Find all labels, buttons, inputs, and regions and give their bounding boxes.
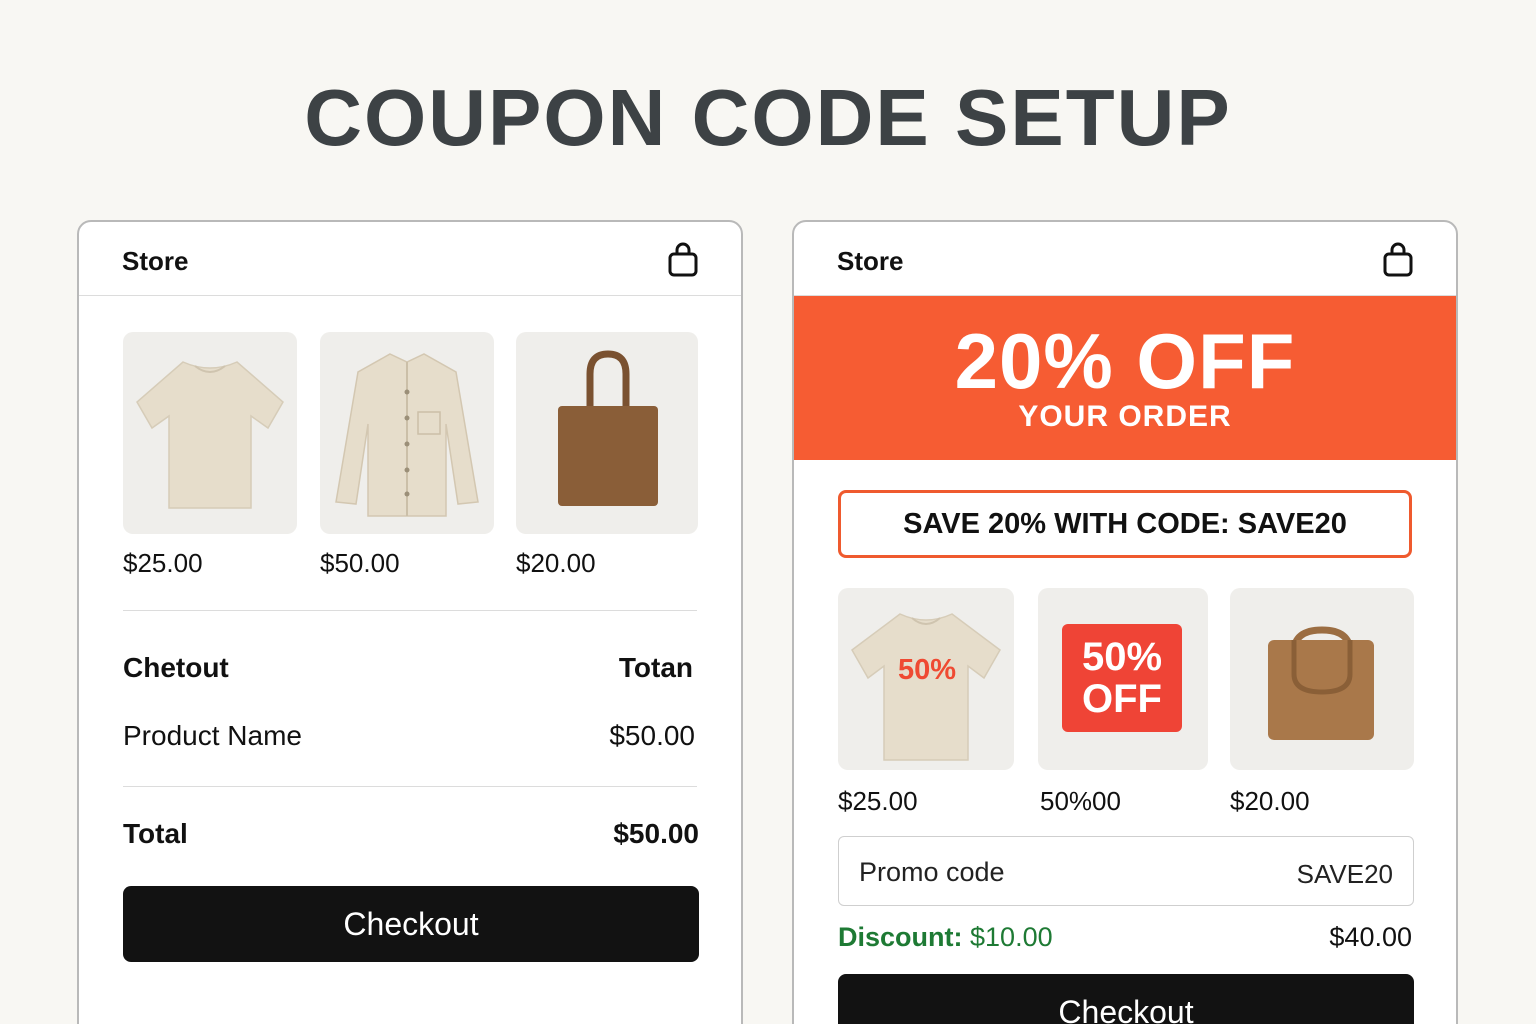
new-total: $40.00	[1329, 922, 1412, 952]
tshirt-icon	[136, 361, 284, 509]
divider	[123, 610, 697, 611]
total-value: $50.00	[613, 818, 699, 849]
product-image	[516, 332, 698, 534]
phone-before: Store $25.00 $50.00 $20.00 Chetout Totan…	[77, 220, 743, 1024]
product-image	[1230, 588, 1414, 770]
product-card[interactable]: $25.00	[123, 332, 297, 578]
product-price: $25.00	[838, 786, 918, 816]
coupon-code-box: SAVE 20% WITH CODE: SAVE20	[838, 490, 1412, 558]
shirt-icon	[335, 353, 479, 517]
product-image	[320, 332, 494, 534]
promo-code-field[interactable]: Promo code SAVE20	[838, 836, 1414, 906]
product-price: $50.00	[320, 548, 400, 578]
banner-subheadline: YOUR ORDER	[1018, 400, 1232, 433]
product-card[interactable]: $20.00	[1230, 588, 1414, 816]
total-heading: Totan	[618, 652, 693, 683]
tote-bag-icon	[558, 350, 658, 506]
total-label: Total	[123, 818, 188, 849]
product-price: $20.00	[1230, 786, 1310, 816]
tote-bag-icon	[1268, 626, 1374, 740]
product-card[interactable]: 50% OFF 50%00	[1038, 588, 1208, 816]
product-image	[123, 332, 297, 534]
sale-badge-line1: 50%	[1081, 635, 1163, 679]
page-title: COUPON CODE SETUP	[304, 73, 1232, 162]
page: COUPON CODE SETUP Store $25.00 $50.00 $2…	[0, 0, 1536, 1024]
promo-code-value[interactable]: SAVE20	[1297, 859, 1393, 890]
shopping-bag-icon[interactable]	[1382, 242, 1414, 278]
product-image: 50%	[838, 588, 1014, 770]
checkout-button[interactable]: Checkout	[123, 886, 699, 962]
promo-code-label: Promo code	[859, 857, 1005, 887]
product-image: 50% OFF	[1038, 588, 1208, 770]
store-title: Store	[122, 246, 189, 276]
store-header: Store	[79, 222, 741, 296]
sale-badge: 50% OFF	[1062, 624, 1182, 732]
discount-value: $10.00	[970, 922, 1053, 952]
promo-banner: 20% OFF YOUR ORDER	[794, 296, 1456, 460]
discount-label: Discount:	[838, 922, 963, 952]
product-price: $20.00	[516, 548, 596, 578]
phone-after: Store 20% OFF YOUR ORDER SAVE 20% WITH C…	[792, 220, 1458, 1024]
line-item-name: Product Name	[123, 720, 302, 751]
line-item-price: $50.00	[609, 720, 695, 751]
product-price: $25.00	[123, 548, 203, 578]
banner-headline: 20% OFF	[954, 317, 1296, 405]
store-header: Store	[794, 222, 1456, 296]
sale-badge-line2: OFF	[1082, 677, 1162, 721]
shopping-bag-icon[interactable]	[667, 242, 699, 278]
store-title: Store	[837, 246, 904, 276]
checkout-button[interactable]: Checkout	[838, 974, 1414, 1024]
product-card[interactable]: $50.00	[320, 332, 494, 578]
product-price: 50%00	[1040, 786, 1121, 816]
product-card[interactable]: $20.00	[516, 332, 698, 578]
product-card[interactable]: 50% $25.00	[838, 588, 1014, 816]
discount-line: Discount: $10.00	[838, 922, 1053, 953]
shirt-discount-label: 50%	[898, 654, 957, 686]
divider	[123, 786, 697, 787]
checkout-heading: Chetout	[123, 652, 229, 683]
